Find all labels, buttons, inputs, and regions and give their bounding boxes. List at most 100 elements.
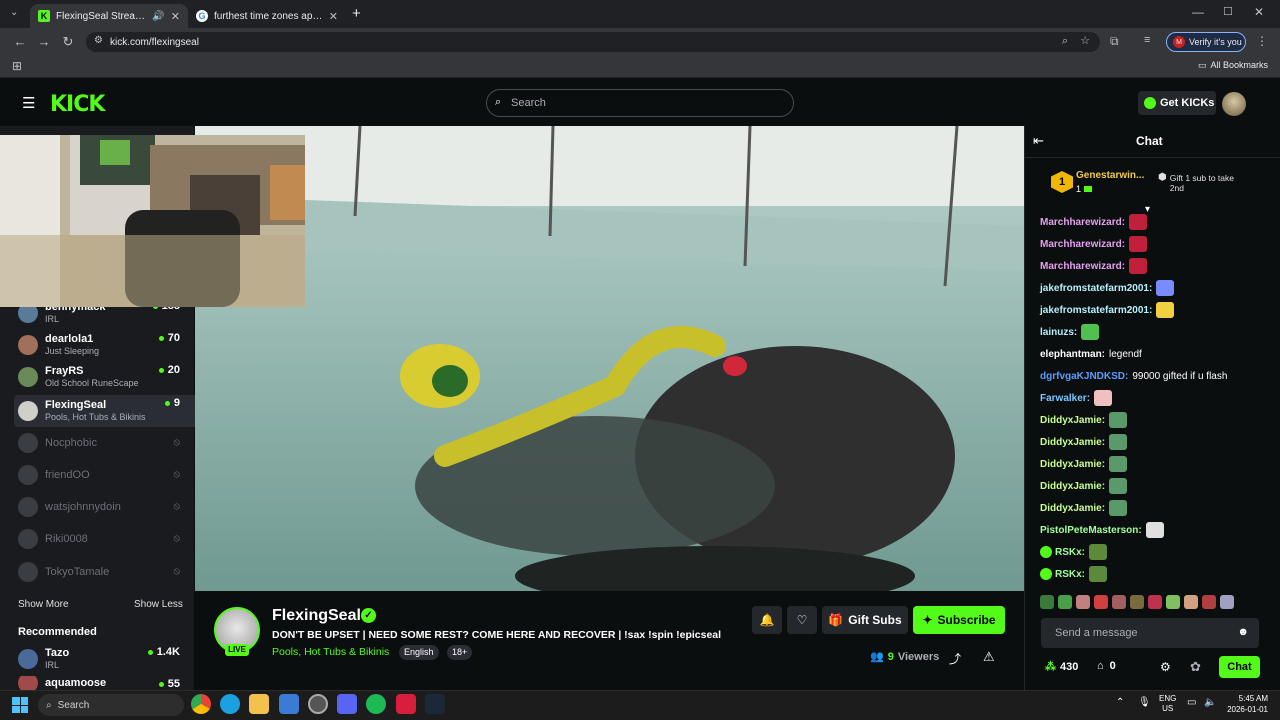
- chat-username[interactable]: RSKx:: [1055, 569, 1085, 580]
- media-control-icon[interactable]: ≡: [1144, 34, 1150, 46]
- maximize-icon[interactable]: ☐: [1223, 5, 1233, 18]
- chat-username[interactable]: jakefromstatefarm2001:: [1040, 283, 1152, 294]
- chat-extension-icon[interactable]: ✿: [1190, 659, 1201, 675]
- tab-list-icon[interactable]: ⌄: [10, 7, 18, 18]
- hamburger-menu-icon[interactable]: ☰: [22, 94, 35, 112]
- sidebar-item-riki0008[interactable]: Riki0008 ⦸: [14, 524, 212, 554]
- chrome-icon[interactable]: [191, 694, 211, 714]
- tab-flexingseal[interactable]: K FlexingSeal Stream - Watch 🔊 ✕: [30, 4, 188, 28]
- speaker-icon[interactable]: 🔊: [152, 11, 164, 22]
- sidebar-item-tazo[interactable]: Tazo IRL 1.4K: [14, 644, 212, 674]
- language-indicator[interactable]: ENG US: [1159, 694, 1176, 714]
- sidebar-item-friendoo[interactable]: friendOO ⦸: [14, 460, 212, 490]
- show-less-link[interactable]: Show Less: [134, 599, 183, 610]
- emote-icon[interactable]: [1220, 595, 1234, 609]
- sidebar-item-aquamoose[interactable]: aquamoose 55: [14, 676, 212, 690]
- collapse-chat-icon[interactable]: ⇤: [1033, 133, 1044, 149]
- network-icon[interactable]: ▭: [1187, 697, 1196, 708]
- start-icon[interactable]: [12, 697, 28, 713]
- follow-button[interactable]: ♡: [787, 606, 817, 634]
- app-icon[interactable]: [279, 694, 299, 714]
- kick-logo[interactable]: KICK: [50, 92, 105, 117]
- subscribe-button[interactable]: ✦ Subscribe: [913, 606, 1005, 634]
- menu-icon[interactable]: ⋮: [1256, 34, 1268, 48]
- search-input[interactable]: ⌕ Search: [486, 89, 794, 117]
- chat-username[interactable]: Marchharewizard:: [1040, 217, 1125, 228]
- chrome-active-icon[interactable]: [308, 694, 328, 714]
- category-link[interactable]: Pools, Hot Tubs & Bikinis: [272, 646, 389, 658]
- apps-grid-icon[interactable]: ⊞: [12, 59, 22, 73]
- chat-input[interactable]: Send a message ☻: [1041, 618, 1259, 648]
- tab-search[interactable]: G furthest time zones apart - Go ✕: [188, 4, 346, 28]
- chat-username[interactable]: Marchharewizard:: [1040, 261, 1125, 272]
- emote-icon[interactable]: [1094, 595, 1108, 609]
- emote-icon[interactable]: [1058, 595, 1072, 609]
- sidebar-item-tokyotamale[interactable]: TokyoTamale ⦸: [14, 557, 212, 587]
- sidebar-item-watsjohnnydoin[interactable]: watsjohnnydoin ⦸: [14, 492, 212, 522]
- chat-settings-icon[interactable]: ⚙: [1160, 660, 1171, 674]
- streamer-name[interactable]: FlexingSeal: [272, 607, 361, 625]
- tray-chevron-icon[interactable]: ⌃: [1116, 697, 1124, 708]
- tag-english[interactable]: English: [399, 645, 439, 660]
- app-icon[interactable]: [396, 694, 416, 714]
- emote-icon[interactable]: [1130, 595, 1144, 609]
- emoji-icon[interactable]: ☻: [1237, 626, 1249, 638]
- chat-username[interactable]: Marchharewizard:: [1040, 239, 1125, 250]
- emote-icon[interactable]: [1184, 595, 1198, 609]
- sidebar-item-nocphobic[interactable]: Nocphobic ⦸: [14, 428, 212, 458]
- leaderboard-user[interactable]: Genestarwin...: [1076, 170, 1144, 181]
- tag-18plus[interactable]: 18+: [447, 645, 473, 660]
- report-icon[interactable]: ⚠: [983, 649, 995, 665]
- verify-profile-button[interactable]: M Verify it's you: [1166, 32, 1246, 52]
- video-player[interactable]: [195, 126, 1024, 591]
- sidebar-item-dearlola1[interactable]: dearlola1 Just Sleeping 70: [14, 330, 212, 360]
- edge-icon[interactable]: [220, 694, 240, 714]
- share-icon[interactable]: ⤴: [949, 650, 961, 667]
- sidebar-item-frayrs[interactable]: FrayRS Old School RuneScape 20: [14, 362, 212, 392]
- chat-username[interactable]: DiddyxJamie:: [1040, 415, 1105, 426]
- store-button[interactable]: ⌂ 0: [1097, 660, 1116, 672]
- notification-bell-button[interactable]: 🔔: [752, 606, 782, 634]
- chat-username[interactable]: dgrfvgaKJNDKSD:: [1040, 371, 1128, 382]
- chat-username[interactable]: jakefromstatefarm2001:: [1040, 305, 1152, 316]
- chat-username[interactable]: lainuzs:: [1040, 327, 1077, 338]
- gift-subs-button[interactable]: 🎁 Gift Subs: [822, 606, 908, 634]
- chat-username[interactable]: DiddyxJamie:: [1040, 503, 1105, 514]
- chat-username[interactable]: Farwalker:: [1040, 393, 1090, 404]
- microphone-icon[interactable]: 🎙: [1138, 697, 1151, 708]
- emote-icon[interactable]: [1112, 595, 1126, 609]
- minimize-icon[interactable]: —: [1192, 5, 1204, 19]
- close-tab-icon[interactable]: ✕: [329, 10, 338, 23]
- url-bar[interactable]: ⚙ kick.com/flexingseal ⌕ ☆: [86, 32, 1100, 52]
- taskbar-search-input[interactable]: ⌕ Search: [38, 694, 184, 716]
- send-chat-button[interactable]: Chat: [1219, 656, 1260, 678]
- file-explorer-icon[interactable]: [249, 694, 269, 714]
- user-avatar[interactable]: [1222, 92, 1246, 116]
- volume-icon[interactable]: 🔈: [1204, 697, 1216, 708]
- discord-icon[interactable]: [337, 694, 357, 714]
- clock[interactable]: 5:45 AM 2026-01-01: [1222, 693, 1268, 715]
- zoom-icon[interactable]: ⌕: [1062, 35, 1068, 48]
- steam-icon[interactable]: [425, 694, 445, 714]
- channel-points[interactable]: ⁂ 430: [1045, 660, 1078, 674]
- get-kicks-button[interactable]: Get KICKs: [1138, 91, 1216, 115]
- close-window-icon[interactable]: ✕: [1254, 5, 1264, 19]
- emote-icon[interactable]: [1202, 595, 1216, 609]
- back-icon[interactable]: ←: [12, 34, 28, 49]
- forward-icon[interactable]: →: [36, 34, 52, 49]
- emote-icon[interactable]: [1166, 595, 1180, 609]
- new-tab-icon[interactable]: +: [352, 5, 361, 22]
- bookmark-star-icon[interactable]: ☆: [1080, 34, 1090, 47]
- all-bookmarks-folder[interactable]: ▭ All Bookmarks: [1198, 60, 1268, 71]
- show-more-link[interactable]: Show More: [18, 599, 69, 610]
- emote-icon[interactable]: [1076, 595, 1090, 609]
- sidebar-item-flexingseal[interactable]: FlexingSeal Pools, Hot Tubs & Bikinis 9: [14, 395, 212, 427]
- extensions-icon[interactable]: ⧉: [1110, 34, 1119, 49]
- close-tab-icon[interactable]: ✕: [171, 10, 180, 23]
- spotify-icon[interactable]: [366, 694, 386, 714]
- emote-icon[interactable]: [1040, 595, 1054, 609]
- reload-icon[interactable]: ↻: [60, 34, 76, 50]
- chat-username[interactable]: RSKx:: [1055, 547, 1085, 558]
- chat-username[interactable]: DiddyxJamie:: [1040, 437, 1105, 448]
- gift-prompt[interactable]: ⬢ Gift 1 sub to take 2nd: [1158, 173, 1234, 194]
